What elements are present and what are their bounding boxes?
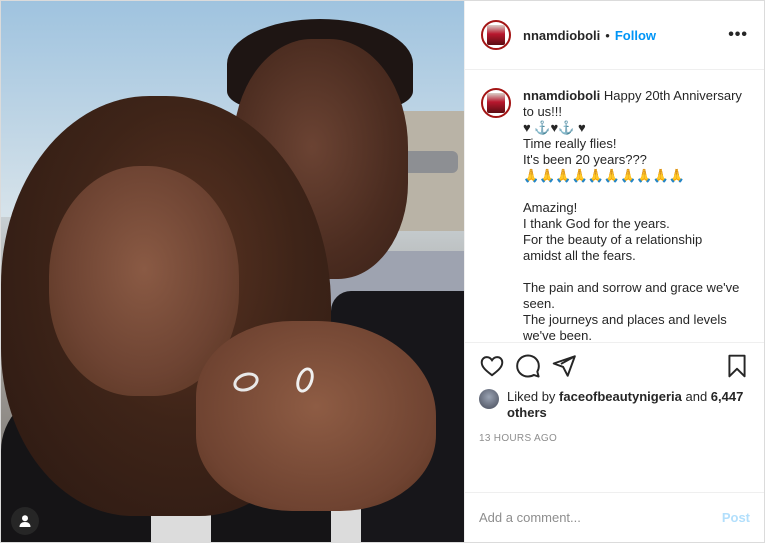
user-tag-button[interactable] [11,507,39,535]
caption: nnamdioboli Happy 20th Anniversary to us… [523,88,743,342]
caption-username[interactable]: nnamdioboli [523,88,600,103]
caption-avatar[interactable] [481,88,511,118]
comment-input[interactable] [479,510,722,525]
heart-icon[interactable] [479,353,505,379]
liker-avatar[interactable] [479,389,499,409]
comment-box: Post [465,492,764,542]
send-icon[interactable] [551,353,577,379]
instagram-post: nnamdioboli • Follow ••• nnamdioboli Hap… [0,0,765,543]
photo-hands [196,321,436,511]
post-photo[interactable] [1,1,464,542]
bookmark-icon[interactable] [724,353,750,379]
action-icons-row [479,353,750,379]
likes-middle: and [681,389,711,404]
post-actions: Liked by faceofbeautynigeria and 6,447 o… [465,342,764,492]
post-timestamp[interactable]: 13 HOURS AGO [479,433,750,444]
post-comment-button[interactable]: Post [722,510,750,525]
header-separator: • [605,27,610,43]
more-options-icon[interactable]: ••• [728,26,748,44]
avatar[interactable] [481,20,511,50]
post-side-panel: nnamdioboli • Follow ••• nnamdioboli Hap… [464,1,764,542]
comment-icon[interactable] [515,353,541,379]
person-icon [19,515,31,527]
liker-username[interactable]: faceofbeautynigeria [559,389,682,404]
likes-prefix: Liked by [507,389,560,404]
caption-text: Happy 20th Anniversary to us!!! ♥ ⚓♥⚓ ♥ … [523,88,742,342]
caption-area: nnamdioboli Happy 20th Anniversary to us… [465,70,764,342]
header-username[interactable]: nnamdioboli [523,28,600,43]
likes-text: Liked by faceofbeautynigeria and 6,447 o… [507,389,750,421]
follow-button[interactable]: Follow [615,28,656,43]
likes-row: Liked by faceofbeautynigeria and 6,447 o… [479,389,750,421]
post-header: nnamdioboli • Follow ••• [465,1,764,70]
